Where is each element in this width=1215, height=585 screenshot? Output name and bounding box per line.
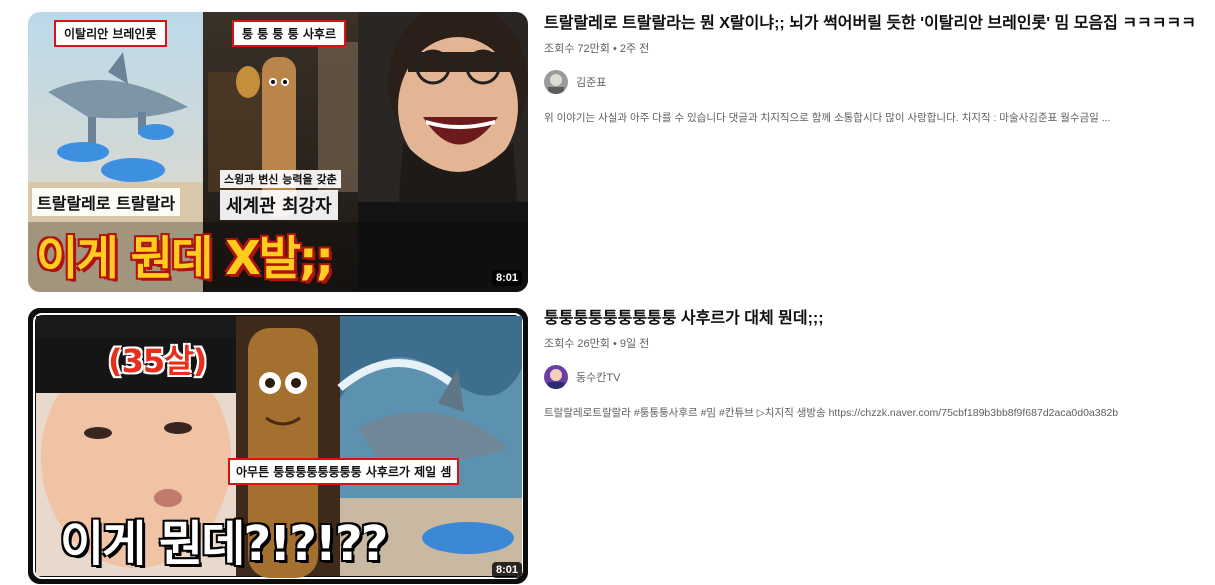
video-description: 트랄랄레로트랄랄라 #퉁퉁퉁사후르 #밈 #칸튜브 ▷치지직 생방송 https… bbox=[544, 407, 1119, 419]
channel-link[interactable]: 김준표 bbox=[544, 70, 1211, 94]
meta-separator: • bbox=[612, 338, 617, 350]
video-duration: 8:01 bbox=[491, 562, 522, 578]
thumbnail-headline: 이게 뭔데 X발;; bbox=[36, 231, 334, 285]
video-result: 이탈리안 브레인롯 퉁 퉁 퉁 퉁 사후르 트랄랄레로 트랄랄라 스윙과 변신 … bbox=[0, 12, 1215, 294]
video-title[interactable]: 퉁퉁퉁퉁퉁퉁퉁퉁퉁 사후르가 대체 뭔데;;; bbox=[544, 307, 1211, 331]
thumbnail-caption: 세계관 최강자 bbox=[220, 190, 338, 220]
video-meta: 조회수 72만회 • 2주 전 bbox=[544, 40, 1211, 56]
video-result: (35살) 아무튼 퉁퉁퉁퉁퉁퉁퉁퉁 사후르가 제일 셈 이게 뭔데?!?!??… bbox=[0, 307, 1215, 585]
video-meta: 조회수 26만회 • 9일 전 bbox=[544, 335, 1211, 351]
view-count: 조회수 26만회 bbox=[544, 338, 610, 350]
view-count: 조회수 72만회 bbox=[544, 43, 610, 55]
video-info: 트랄랄레로 트랄랄라는 뭔 X랄이냐;; 뇌가 썩어버릴 듯한 '이탈리안 브레… bbox=[544, 12, 1211, 125]
avatar[interactable] bbox=[544, 365, 568, 389]
channel-name[interactable]: 김준표 bbox=[576, 74, 606, 90]
avatar[interactable] bbox=[544, 70, 568, 94]
video-duration: 8:01 bbox=[491, 270, 522, 286]
video-title[interactable]: 트랄랄레로 트랄랄라는 뭔 X랄이냐;; 뇌가 썩어버릴 듯한 '이탈리안 브레… bbox=[544, 12, 1211, 36]
video-thumbnail[interactable]: 이탈리안 브레인롯 퉁 퉁 퉁 퉁 사후르 트랄랄레로 트랄랄라 스윙과 변신 … bbox=[28, 12, 528, 292]
video-description: 위 이야기는 사실과 아주 다를 수 있습니다 댓글과 치지직으로 함께 소통합… bbox=[544, 112, 1111, 124]
upload-age: 2주 전 bbox=[619, 43, 650, 55]
thumbnail-caption: 트랄랄레로 트랄랄라 bbox=[32, 188, 181, 216]
upload-age: 9일 전 bbox=[619, 338, 650, 350]
channel-link[interactable]: 동수칸TV bbox=[544, 365, 1211, 389]
thumbnail-age-tag: (35살) bbox=[108, 342, 207, 380]
avatar-image bbox=[544, 70, 568, 94]
video-thumbnail[interactable]: (35살) 아무튼 퉁퉁퉁퉁퉁퉁퉁퉁 사후르가 제일 셈 이게 뭔데?!?!??… bbox=[28, 308, 528, 584]
video-info: 퉁퉁퉁퉁퉁퉁퉁퉁퉁 사후르가 대체 뭔데;;; 조회수 26만회 • 9일 전 … bbox=[544, 307, 1211, 420]
avatar-image bbox=[544, 365, 568, 389]
meta-separator: • bbox=[612, 43, 617, 55]
thumbnail-headline: 이게 뭔데?!?!?? bbox=[60, 516, 389, 572]
thumbnail-tag: 퉁 퉁 퉁 퉁 사후르 bbox=[232, 20, 346, 47]
thumbnail-tag: 이탈리안 브레인롯 bbox=[54, 20, 167, 47]
thumbnail-caption: 스윙과 변신 능력을 갖춘 bbox=[220, 170, 341, 188]
thumbnail-banner: 아무튼 퉁퉁퉁퉁퉁퉁퉁퉁 사후르가 제일 셈 bbox=[228, 458, 460, 485]
channel-name[interactable]: 동수칸TV bbox=[576, 369, 620, 385]
